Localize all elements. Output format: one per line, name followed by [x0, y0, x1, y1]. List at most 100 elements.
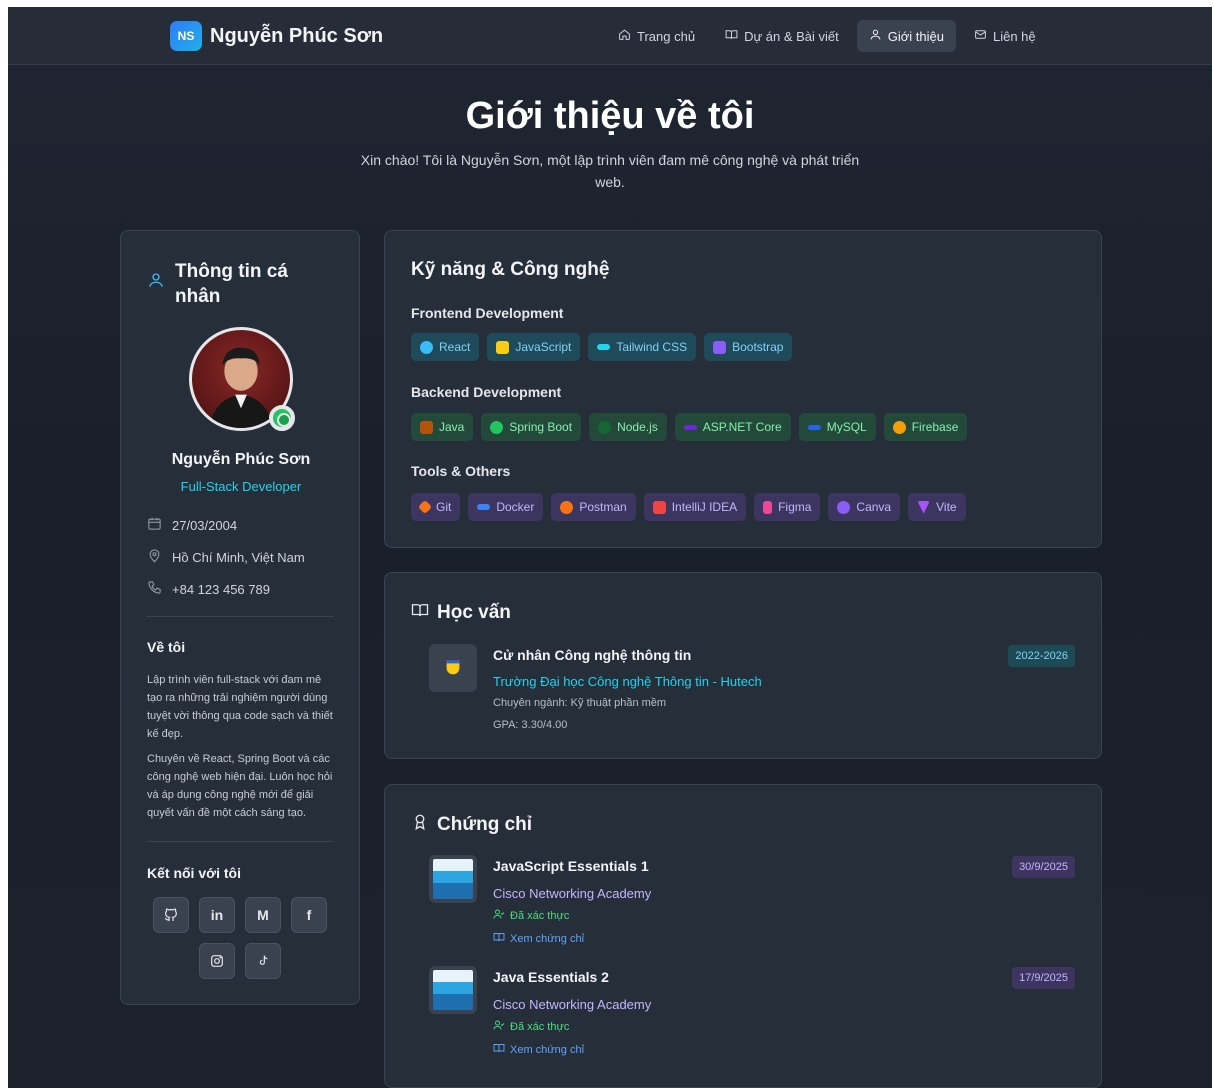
frontend-chips: React JavaScript Tailwind CSS Bootstrap [411, 333, 793, 361]
facebook-icon[interactable]: f [291, 897, 327, 933]
nav-link-label: Liên hệ [992, 28, 1036, 44]
nav-link-home[interactable]: Trang chủ [606, 20, 707, 52]
top-navbar: NS Nguyễn Phúc Sơn Trang chủ Dự án & Bài… [8, 7, 1212, 65]
spring-icon [490, 420, 504, 434]
skill-name: IntelliJ IDEA [671, 500, 738, 514]
education-card: Học vấn Cử nhân Công nghệ thông tin Trườ… [384, 572, 1102, 759]
skill-name: Firebase [911, 420, 959, 434]
bootstrap-icon [713, 340, 727, 354]
nav-links: Trang chủ Dự án & Bài viết Giới thiệu Li… [606, 20, 1048, 52]
degree-title: Cử nhân Công nghệ thông tin [493, 647, 692, 663]
skill-name: Docker [496, 500, 535, 514]
nav-link-contact[interactable]: Liên hệ [962, 20, 1048, 52]
book-icon [411, 601, 429, 625]
backend-label: Backend Development [411, 384, 562, 400]
birthday-row: 27/03/2004 [147, 516, 237, 534]
view-certificate-label: Xem chứng chỉ [510, 1043, 585, 1056]
certificate-issuer: Cisco Networking Academy [493, 997, 652, 1012]
certificate-name: JavaScript Essentials 1 [493, 858, 649, 874]
mysql-icon [807, 424, 821, 430]
profile-card: Thông tin cá nhân Nguyễn Phúc Sơn Full-S… [120, 230, 360, 1005]
skill-chip-firebase: Firebase [883, 413, 968, 441]
skill-chip-docker: Docker [468, 493, 544, 521]
about-paragraph-1: Lập trình viên full-stack với đam mê tạo… [147, 674, 333, 740]
certificates-header: Chứng chỉ [411, 813, 532, 837]
school-name[interactable]: Trường Đại học Công nghệ Thông tin - Hut… [493, 674, 762, 689]
view-certificate-label: Xem chứng chỉ [510, 932, 585, 945]
aspnet-icon [683, 424, 697, 430]
backend-chips: Java Spring Boot Node.js ASP.NET Core My… [411, 413, 968, 441]
github-icon[interactable] [153, 897, 189, 933]
skills-title: Kỹ năng & Công nghệ [411, 259, 610, 280]
certificate-thumbnail [429, 855, 477, 903]
nodejs-icon [598, 420, 612, 434]
tools-chips: Git Docker Postman IntelliJ IDEA Figma C… [411, 493, 966, 521]
instagram-icon[interactable] [199, 943, 235, 979]
education-header: Học vấn [411, 601, 511, 625]
skill-name: ASP.NET Core [702, 420, 782, 434]
major-text: Chuyên ngành: Kỹ thuật phần mềm [493, 697, 667, 709]
figma-icon [763, 500, 773, 514]
verified-status: Đã xác thực [493, 1019, 569, 1034]
education-title: Học vấn [437, 602, 511, 623]
skills-card: Kỹ năng & Công nghệ Frontend Development… [384, 230, 1102, 548]
skill-chip-java: Java [411, 413, 474, 441]
verified-text: Đã xác thực [510, 1020, 570, 1033]
brand[interactable]: NS Nguyễn Phúc Sơn [170, 21, 383, 51]
birthday-text: 27/03/2004 [172, 517, 238, 533]
medium-icon[interactable]: M [245, 897, 281, 933]
user-check-icon [493, 908, 505, 923]
location-row: Hồ Chí Minh, Việt Nam [147, 548, 305, 566]
university-logo [429, 644, 477, 692]
frontend-label: Frontend Development [411, 305, 564, 321]
page-title: Giới thiệu về tôi [465, 95, 755, 137]
certificates-card: Chứng chỉ JavaScript Essentials 1 Cisco … [384, 784, 1102, 1088]
vite-icon [917, 500, 931, 514]
skill-name: Bootstrap [732, 340, 784, 354]
docker-icon [477, 504, 491, 510]
react-icon [420, 340, 433, 354]
skill-name: Java [439, 420, 465, 434]
skill-name: Figma [778, 500, 812, 514]
calendar-icon [147, 516, 162, 534]
user-icon [147, 271, 165, 294]
postman-icon [560, 500, 574, 514]
tiktok-icon[interactable] [245, 943, 281, 979]
skill-chip-nodejs: Node.js [589, 413, 667, 441]
firebase-icon [892, 420, 906, 434]
user-icon [869, 28, 882, 44]
linkedin-glyph: in [210, 907, 224, 923]
nav-link-label: Giới thiệu [887, 28, 944, 44]
facebook-glyph: f [306, 907, 312, 923]
medium-glyph: M [257, 907, 269, 923]
phone-text: +84 123 456 789 [172, 581, 270, 597]
tools-label: Tools & Others [411, 463, 511, 479]
logo: NS [170, 21, 202, 51]
book-icon [493, 1042, 505, 1057]
brand-name: Nguyễn Phúc Sơn [210, 24, 384, 47]
avatar-wrap [189, 327, 295, 431]
years-badge: 2022-2026 [1008, 645, 1075, 667]
about-heading: Về tôi [147, 639, 186, 655]
skill-chip-mysql: MySQL [798, 413, 876, 441]
profile-name: Nguyễn Phúc Sơn [171, 451, 311, 468]
skill-name: Canva [856, 500, 892, 514]
certificate-issuer: Cisco Networking Academy [493, 886, 652, 901]
profile-section-title: Thông tin cá nhân [175, 261, 288, 307]
online-status-icon [269, 405, 295, 431]
linkedin-icon[interactable]: in [199, 897, 235, 933]
skill-chip-vite: Vite [908, 493, 966, 521]
skill-chip-figma: Figma [754, 493, 821, 521]
tailwind-icon [597, 344, 611, 350]
certificates-title: Chứng chỉ [437, 814, 533, 835]
view-certificate-link[interactable]: Xem chứng chỉ [493, 1042, 584, 1057]
canva-icon [837, 500, 851, 514]
divider [147, 841, 333, 842]
intellij-icon [652, 500, 666, 514]
nav-link-projects[interactable]: Dự án & Bài viết [713, 20, 851, 52]
skill-chip-bootstrap: Bootstrap [704, 333, 793, 361]
skill-name: Vite [936, 500, 957, 514]
view-certificate-link[interactable]: Xem chứng chỉ [493, 931, 584, 946]
certificate-thumbnail [429, 966, 477, 1014]
nav-link-about[interactable]: Giới thiệu [856, 20, 956, 52]
